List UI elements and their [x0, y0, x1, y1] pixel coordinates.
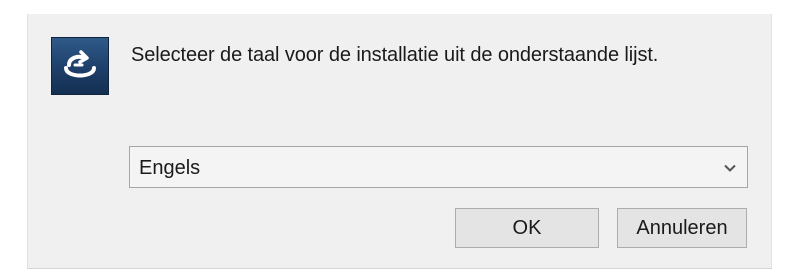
ok-button[interactable]: OK: [455, 208, 599, 248]
selected-language: Engels: [139, 157, 201, 179]
chevron-down-icon: [724, 164, 736, 172]
language-selection-dialog: Selecteer de taal voor de installatie ui…: [0, 0, 790, 277]
installer-icon: [51, 37, 109, 95]
cancel-button[interactable]: Annuleren: [617, 208, 747, 248]
dialog-message: Selecteer de taal voor de installatie ui…: [131, 44, 659, 66]
language-dropdown[interactable]: Engels: [129, 146, 748, 188]
